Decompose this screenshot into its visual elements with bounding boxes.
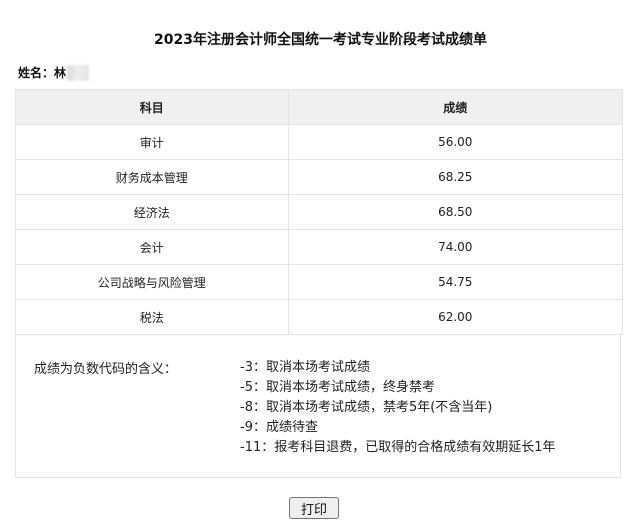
note-item: -11：报考科目退费，已取得的合格成绩有效期延长1年: [240, 440, 556, 455]
note-item: -8：取消本场考试成绩，禁考5年(不含当年): [240, 400, 493, 415]
negative-code-notes: 成绩为负数代码的含义： -3：取消本场考试成绩 -5：取消本场考试成绩，终身禁考…: [15, 334, 621, 478]
candidate-name: 林: [54, 66, 67, 80]
table-row: 审计 56.00: [15, 124, 624, 160]
column-header-score: 成绩: [287, 89, 624, 125]
score-report-page: 2023年注册会计师全国统一考试专业阶段考试成绩单 姓名： 林 科目 成绩 审计…: [0, 0, 641, 532]
notes-list: -3：取消本场考试成绩 -5：取消本场考试成绩，终身禁考 -8：取消本场考试成绩…: [240, 358, 556, 458]
table-row: 财务成本管理 68.25: [15, 159, 624, 195]
score-cell: 74.00: [287, 229, 624, 265]
score-cell: 68.25: [287, 159, 624, 195]
subject-cell: 税法: [15, 299, 289, 335]
subject-cell: 财务成本管理: [15, 159, 289, 195]
note-item: -3：取消本场考试成绩: [240, 360, 370, 375]
subject-cell: 审计: [15, 124, 289, 160]
score-cell: 56.00: [287, 124, 624, 160]
score-table: 科目 成绩 审计 56.00 财务成本管理 68.25 经济法 68.50 会计…: [15, 89, 624, 335]
note-item: -9：成绩待查: [240, 420, 318, 435]
name-label: 姓名：: [18, 66, 55, 80]
note-item: -5：取消本场考试成绩，终身禁考: [240, 380, 435, 395]
subject-cell: 会计: [15, 229, 289, 265]
table-row: 税法 62.00: [15, 299, 624, 335]
table-row: 公司战略与风险管理 54.75: [15, 264, 624, 300]
page-title: 2023年注册会计师全国统一考试专业阶段考试成绩单: [154, 32, 487, 48]
notes-label: 成绩为负数代码的含义：: [34, 362, 178, 377]
table-row: 经济法 68.50: [15, 194, 624, 230]
column-header-subject: 科目: [15, 89, 289, 125]
candidate-name-row: 姓名： 林: [18, 64, 90, 81]
subject-cell: 公司战略与风险管理: [15, 264, 289, 300]
score-cell: 62.00: [287, 299, 624, 335]
print-button[interactable]: 打印: [289, 497, 339, 519]
table-row: 会计 74.00: [15, 229, 624, 265]
subject-cell: 经济法: [15, 194, 289, 230]
name-redaction-mask: [67, 64, 90, 81]
score-cell: 54.75: [287, 264, 624, 300]
score-cell: 68.50: [287, 194, 624, 230]
table-header-row: 科目 成绩: [15, 89, 624, 125]
